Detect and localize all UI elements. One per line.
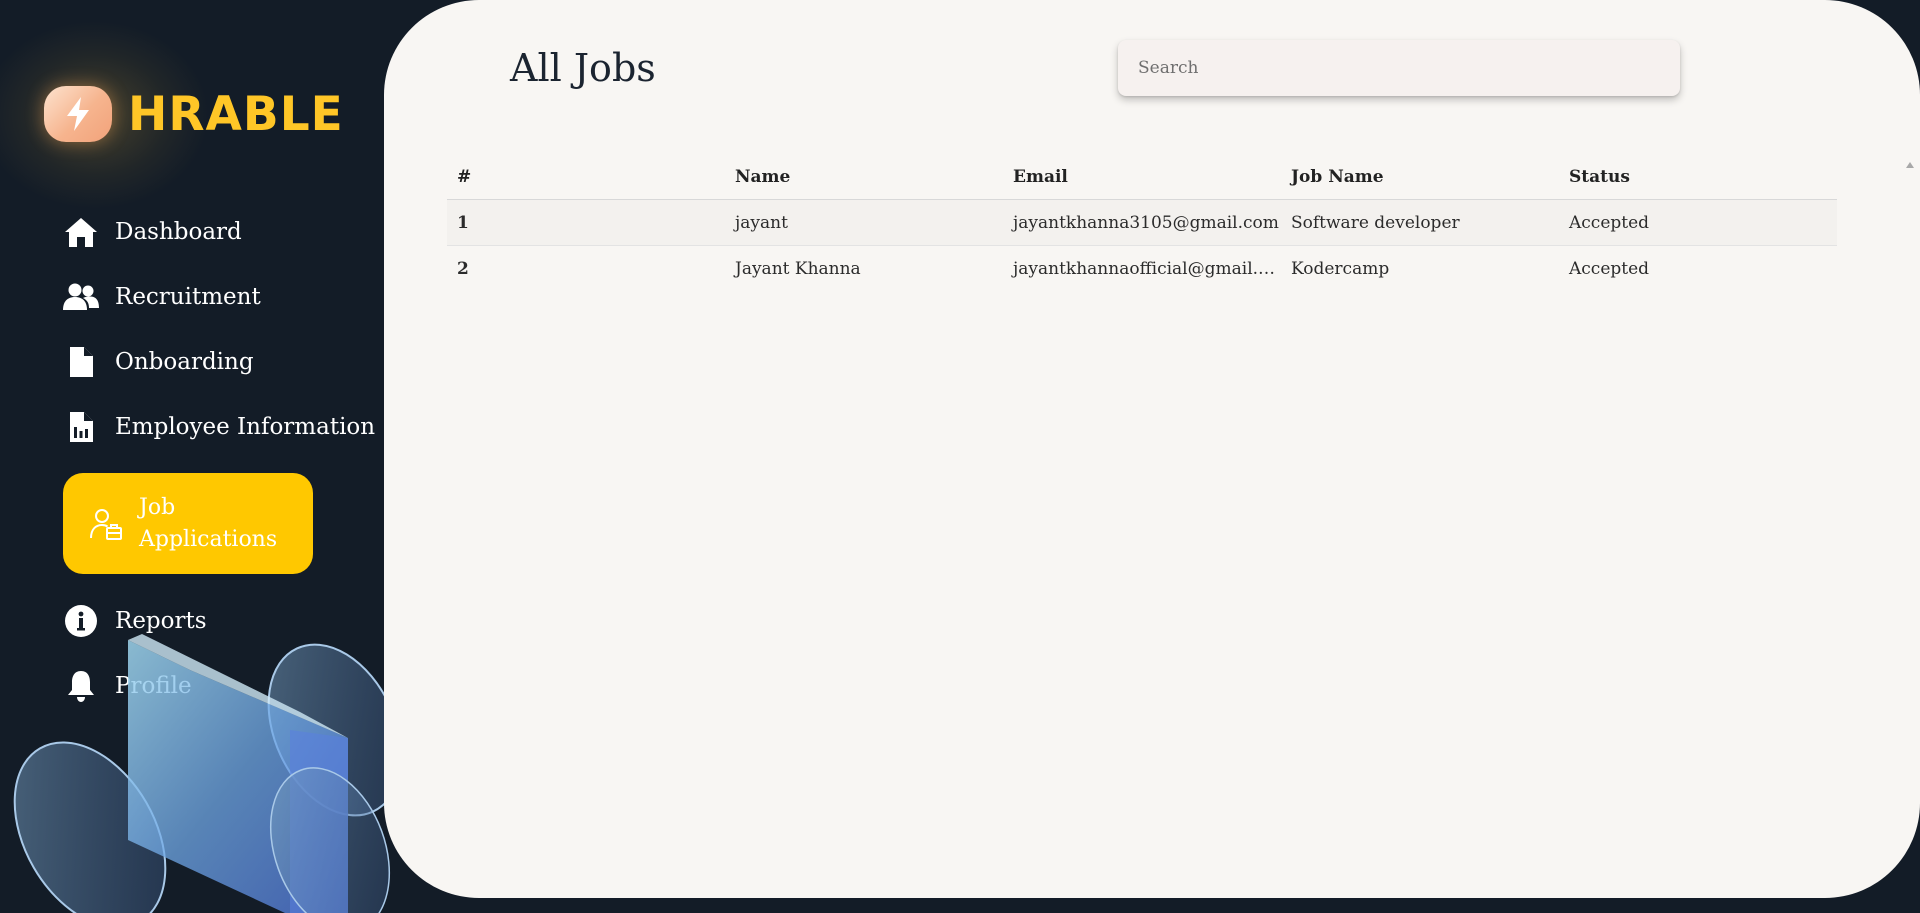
users-icon [63, 279, 99, 315]
table-row[interactable]: 1 jayant jayantkhanna3105@gmail.com Soft… [447, 199, 1837, 246]
sidebar-item-employee-information[interactable]: Employee Information [63, 409, 375, 445]
cell-name: jayant [725, 199, 1003, 246]
search-input[interactable] [1118, 40, 1658, 96]
applicant-icon [88, 506, 124, 542]
sidebar-item-label: Employee Information [115, 414, 376, 440]
sidebar-item-label: Dashboard [115, 219, 242, 245]
table-header-row: # Name Email Job Name Status [447, 155, 1837, 200]
scroll-up-arrow-icon[interactable] [1906, 162, 1914, 168]
column-header-email[interactable]: Email [1003, 155, 1281, 200]
sidebar-item-label: Recruitment [115, 284, 261, 310]
main-panel: All Jobs # Name Email Job Name Status 1 … [384, 0, 1920, 898]
cell-name: Jayant Khanna [735, 258, 861, 279]
file-icon [63, 344, 99, 380]
table-row[interactable]: 2 Jayant Khanna jayantkhannaofficial@gma… [447, 246, 1837, 292]
cell-job-name: Kodercamp [1291, 258, 1390, 279]
lightning-icon [44, 86, 112, 142]
report-file-icon [63, 409, 99, 445]
sidebar-item-job-applications[interactable]: Job Applications [63, 473, 313, 574]
page-title: All Jobs [510, 46, 656, 90]
sidebar-item-dashboard[interactable]: Dashboard [63, 214, 242, 250]
search-box[interactable] [1118, 40, 1680, 96]
sidebar-item-recruitment[interactable]: Recruitment [63, 279, 261, 315]
sidebar: HRABLE Dashboard Recruitment Onboarding … [0, 0, 403, 913]
sidebar-item-onboarding[interactable]: Onboarding [63, 344, 254, 380]
column-header-name[interactable]: Name [725, 155, 1003, 200]
brand-logo[interactable]: HRABLE [44, 86, 344, 142]
glass-decoration-illustration [13, 634, 403, 913]
sidebar-item-label: Job Applications [139, 494, 278, 552]
column-header-number[interactable]: # [447, 155, 725, 200]
sidebar-item-label: Onboarding [115, 349, 254, 375]
column-header-status[interactable]: Status [1559, 155, 1837, 200]
cell-email: jayantkhannaofficial@gmail.com [1013, 258, 1281, 279]
scroll-down-arrow-icon[interactable] [1906, 853, 1914, 859]
cell-email: jayantkhanna3105@gmail.com [1003, 199, 1281, 246]
cell-number: 1 [447, 199, 725, 246]
cell-status: Accepted [1559, 199, 1837, 246]
column-header-job-name[interactable]: Job Name [1281, 155, 1559, 200]
cell-status: Accepted [1569, 258, 1650, 279]
cell-number: 2 [457, 258, 469, 279]
jobs-table: # Name Email Job Name Status 1 jayant ja… [447, 155, 1837, 291]
brand-name: HRABLE [128, 86, 344, 142]
home-icon [63, 214, 99, 250]
cell-job-name: Software developer [1281, 199, 1559, 246]
